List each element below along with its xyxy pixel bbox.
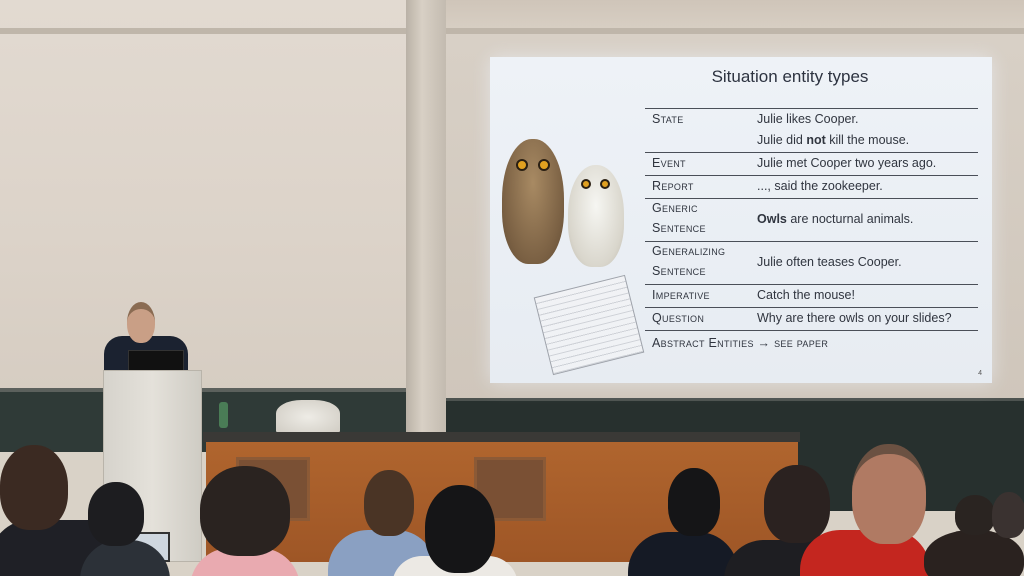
audience-head bbox=[852, 444, 926, 544]
paper-thumbnail-image bbox=[533, 274, 645, 376]
audience-head bbox=[88, 482, 144, 546]
desk-top bbox=[203, 432, 800, 442]
owl-eye bbox=[600, 179, 610, 189]
snowy-owl-image bbox=[568, 165, 624, 267]
example-text: Julie often teases Cooper. bbox=[757, 255, 902, 269]
audience-head bbox=[668, 468, 720, 536]
audience-head bbox=[992, 492, 1024, 538]
table-row-event: Event Julie met Cooper two years ago. bbox=[645, 153, 978, 176]
term-label: Report bbox=[652, 179, 694, 193]
term-label: Generic bbox=[652, 201, 698, 215]
table-row-report: Report ..., said the zookeeper. bbox=[645, 176, 978, 199]
example-text: Why are there owls on your slides? bbox=[757, 311, 952, 325]
table-row-generic-sentence: Generic Sentence Owls are nocturnal anim… bbox=[645, 199, 978, 242]
table-row-question: Question Why are there owls on your slid… bbox=[645, 308, 978, 331]
term-label: Question bbox=[652, 311, 705, 325]
audience-head bbox=[425, 485, 495, 573]
owl-eye bbox=[516, 159, 528, 171]
audience-head bbox=[0, 445, 68, 530]
entity-types-table: State Julie likes Cooper. Julie did not … bbox=[645, 108, 978, 353]
lecture-hall-scene: Situation entity types State Julie likes… bbox=[0, 0, 1024, 576]
term-label: Generalizing bbox=[652, 244, 726, 258]
audience-head bbox=[200, 466, 290, 556]
example-text: Julie met Cooper two years ago. bbox=[757, 156, 937, 170]
owl-eye bbox=[581, 179, 591, 189]
table-row-state: State Julie likes Cooper. Julie did not … bbox=[645, 108, 978, 153]
white-cloth bbox=[276, 400, 340, 434]
projected-slide: Situation entity types State Julie likes… bbox=[490, 57, 992, 383]
example-text: Catch the mouse! bbox=[757, 288, 855, 302]
owl-eye bbox=[538, 159, 550, 171]
table-row-generalizing-sentence: Generalizing Sentence Julie often teases… bbox=[645, 242, 978, 285]
example-text: Julie likes Cooper. bbox=[757, 112, 859, 126]
example-text: Owls are nocturnal animals. bbox=[757, 212, 914, 226]
audience-head bbox=[364, 470, 414, 536]
slide-title: Situation entity types bbox=[711, 67, 869, 86]
term-label: State bbox=[652, 112, 684, 126]
table-row-imperative: Imperative Catch the mouse! bbox=[645, 285, 978, 308]
term-label: Sentence bbox=[652, 264, 706, 278]
term-label: Event bbox=[652, 156, 686, 170]
term-label: Imperative bbox=[652, 288, 710, 302]
term-label: Sentence bbox=[652, 221, 706, 235]
eagle-owl-image bbox=[502, 139, 564, 264]
water-bottle bbox=[219, 402, 228, 428]
example-text: Julie did not kill the mouse. bbox=[757, 133, 910, 147]
audience-head bbox=[764, 465, 830, 543]
example-text: ..., said the zookeeper. bbox=[757, 179, 883, 193]
term-label: Abstract Entities → see paper bbox=[652, 336, 829, 350]
left-wall bbox=[0, 0, 410, 395]
table-row-abstract-entities: Abstract Entities → see paper bbox=[645, 331, 978, 353]
audience-head bbox=[955, 495, 995, 535]
slide-page-number: 4 bbox=[978, 370, 982, 377]
wall-pillar bbox=[406, 0, 446, 435]
presenter-head bbox=[127, 302, 155, 343]
